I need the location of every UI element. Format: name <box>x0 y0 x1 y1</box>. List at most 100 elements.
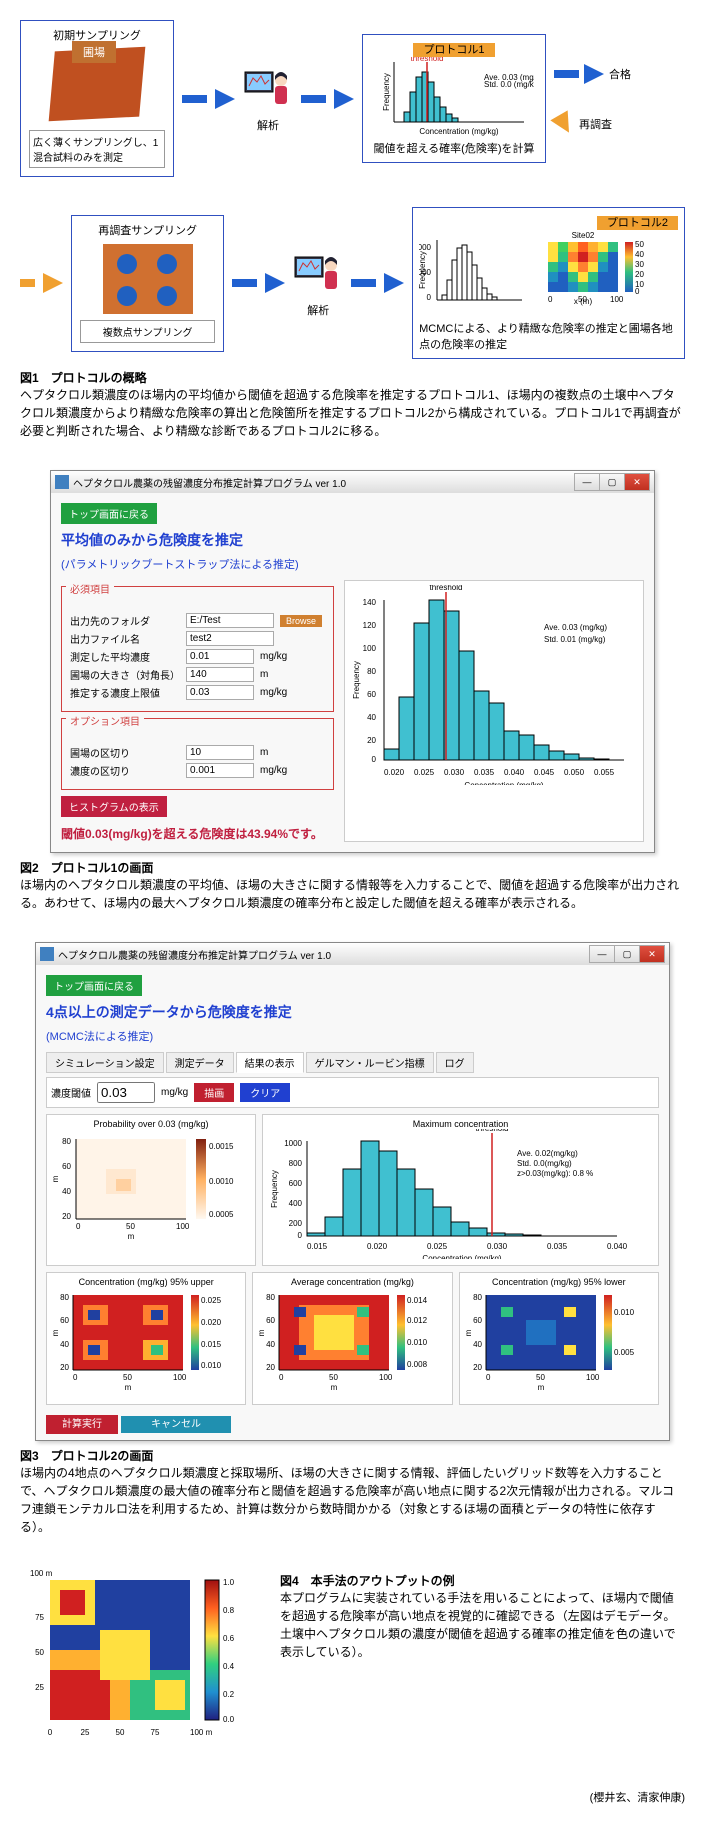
app-icon <box>40 947 54 961</box>
cancel-button[interactable]: キャンセル <box>121 1416 231 1433</box>
initial-sampling-box: 初期サンプリング 圃場 広く薄くサンプリングし、1混合試料のみを測定 <box>20 20 174 177</box>
svg-text:0: 0 <box>48 1728 53 1737</box>
field-label: 圃場 <box>72 41 116 63</box>
optional-legend: オプション項目 <box>66 713 144 728</box>
svg-text:z>0.03(mg/kg): 0.8 %: z>0.03(mg/kg): 0.8 % <box>517 1169 593 1178</box>
svg-text:Frequency: Frequency <box>419 251 427 289</box>
sampling-note: 広く薄くサンプリングし、1混合試料のみを測定 <box>29 130 165 168</box>
close-button[interactable]: ✕ <box>624 473 650 491</box>
svg-text:Std. 0.0(mg/kg): Std. 0.0(mg/kg) <box>517 1159 572 1168</box>
analyst-icon <box>293 249 343 299</box>
window-title: ヘプタクロル農薬の残留濃度分布推定計算プログラム ver 1.0 <box>58 947 331 962</box>
threshold-label: 濃度閾値 <box>51 1085 91 1100</box>
optional-fieldset: オプション項目 圃場の区切りm 濃度の区切りmg/kg <box>61 718 334 790</box>
svg-text:0.025: 0.025 <box>201 1296 222 1305</box>
window-title: ヘプタクロル農薬の残留濃度分布推定計算プログラム ver 1.0 <box>73 475 346 490</box>
svg-text:0.008: 0.008 <box>407 1360 428 1369</box>
tab-data[interactable]: 測定データ <box>166 1052 234 1073</box>
tab-log[interactable]: ログ <box>436 1052 474 1073</box>
figure-3: ヘプタクロル農薬の残留濃度分布推定計算プログラム ver 1.0 — ▢ ✕ ト… <box>20 942 685 1536</box>
protocol2-heatmap: Site02 x (m) 050100 50403020100 <box>533 230 653 320</box>
figure-2: ヘプタクロル農薬の残留濃度分布推定計算プログラム ver 1.0 — ▢ ✕ ト… <box>20 470 685 912</box>
draw-button[interactable]: 描画 <box>194 1083 234 1102</box>
svg-text:20: 20 <box>635 270 644 279</box>
svg-text:0.8: 0.8 <box>223 1606 235 1615</box>
arrow-icon <box>265 273 285 293</box>
svg-text:0.020: 0.020 <box>367 1242 388 1251</box>
tab-gelman[interactable]: ゲルマン・ルービン指標 <box>306 1052 434 1073</box>
titlebar: ヘプタクロル農薬の残留濃度分布推定計算プログラム ver 1.0 — ▢ ✕ <box>51 471 654 493</box>
conc-input[interactable] <box>186 649 254 664</box>
size-input[interactable] <box>186 667 254 682</box>
tab-sim-settings[interactable]: シミュレーション設定 <box>46 1052 164 1073</box>
gridconc-input[interactable] <box>186 763 254 778</box>
svg-text:0.030: 0.030 <box>444 768 465 777</box>
svg-text:50: 50 <box>35 1648 44 1657</box>
svg-text:80: 80 <box>60 1293 69 1302</box>
svg-text:0.050: 0.050 <box>564 768 585 777</box>
svg-text:75: 75 <box>35 1613 44 1622</box>
fig3-caption-body: ほ場内の4地点のヘプタクロル類濃度と採取場所、ほ場の大きさに関する情報、評価した… <box>20 1464 685 1536</box>
svg-text:80: 80 <box>367 667 376 676</box>
threshold-input[interactable] <box>97 1082 155 1103</box>
filename-label: 出力ファイル名 <box>70 631 180 646</box>
minimize-button[interactable]: — <box>589 945 615 963</box>
conc-label: 測定した平均濃度 <box>70 649 180 664</box>
fig4-caption-body: 本プログラムに実装されている手法を用いることによって、ほ場内で閾値を超過する危険… <box>280 1589 685 1661</box>
svg-text:40: 40 <box>62 1187 71 1196</box>
svg-text:0.010: 0.010 <box>407 1338 428 1347</box>
svg-text:100: 100 <box>586 1373 600 1382</box>
figure-4: 100 m 75 50 25 0 25 50 75 100 m <box>20 1566 685 1759</box>
protocol2-desc: MCMCによる、より精緻な危険率の推定と圃場各地点の危険率の推定 <box>419 320 678 352</box>
minimize-button[interactable]: — <box>574 473 600 491</box>
svg-text:80: 80 <box>62 1137 71 1146</box>
arrow-icon <box>384 273 404 293</box>
threshold-unit: mg/kg <box>161 1087 188 1098</box>
titlebar: ヘプタクロル農薬の残留濃度分布推定計算プログラム ver 1.0 — ▢ ✕ <box>36 943 669 965</box>
svg-text:600: 600 <box>289 1179 303 1188</box>
upper-label: 推定する濃度上限値 <box>70 685 180 700</box>
svg-text:Frequency: Frequency <box>382 73 391 111</box>
svg-text:0: 0 <box>73 1373 78 1382</box>
svg-text:1000: 1000 <box>284 1139 302 1148</box>
filename-input[interactable] <box>186 631 274 646</box>
svg-text:50: 50 <box>126 1222 135 1231</box>
svg-text:0.015: 0.015 <box>201 1340 222 1349</box>
protocol1-desc: 閾値を超える確率(危険率)を計算 <box>369 140 539 156</box>
svg-text:0: 0 <box>298 1231 303 1240</box>
fig3-caption-title: 図3 プロトコル2の画面 <box>20 1447 685 1464</box>
figure-1: 初期サンプリング 圃場 広く薄くサンプリングし、1混合試料のみを測定 解析 プロ… <box>20 20 685 440</box>
close-button[interactable]: ✕ <box>639 945 665 963</box>
svg-text:m: m <box>464 1329 473 1336</box>
tab-results[interactable]: 結果の表示 <box>236 1052 304 1073</box>
arrow-icon <box>584 64 604 84</box>
run-button[interactable]: 計算実行 <box>46 1415 118 1434</box>
svg-text:0.040: 0.040 <box>607 1242 628 1251</box>
maximize-button[interactable]: ▢ <box>614 945 640 963</box>
svg-text:0.030: 0.030 <box>487 1242 508 1251</box>
svg-text:0: 0 <box>635 287 640 296</box>
svg-text:40: 40 <box>473 1340 482 1349</box>
svg-text:20: 20 <box>266 1363 275 1372</box>
svg-text:40: 40 <box>266 1340 275 1349</box>
back-button[interactable]: トップ画面に戻る <box>61 503 157 524</box>
reinvest-label: 再調査 <box>579 116 612 132</box>
svg-text:0.0005: 0.0005 <box>209 1210 234 1219</box>
fig2-caption-body: ほ場内のヘプタクロル類濃度の平均値、ほ場の大きさに関する情報等を入力することで、… <box>20 876 685 912</box>
grid-input[interactable] <box>186 745 254 760</box>
svg-text:0: 0 <box>279 1373 284 1382</box>
maximize-button[interactable]: ▢ <box>599 473 625 491</box>
svg-text:20: 20 <box>62 1212 71 1221</box>
histogram-button[interactable]: ヒストグラムの表示 <box>61 796 167 817</box>
arrow-icon <box>43 273 63 293</box>
svg-text:0.0: 0.0 <box>223 1715 235 1724</box>
clear-button[interactable]: クリア <box>240 1083 290 1102</box>
folder-input[interactable] <box>186 613 274 628</box>
svg-text:0.015: 0.015 <box>307 1242 328 1251</box>
svg-text:1.0: 1.0 <box>223 1578 235 1587</box>
svg-text:Frequency: Frequency <box>352 661 361 699</box>
browse-button[interactable]: Browse <box>280 615 322 627</box>
upper-input[interactable] <box>186 685 254 700</box>
back-button[interactable]: トップ画面に戻る <box>46 975 142 996</box>
arrow-down-icon <box>550 110 577 137</box>
